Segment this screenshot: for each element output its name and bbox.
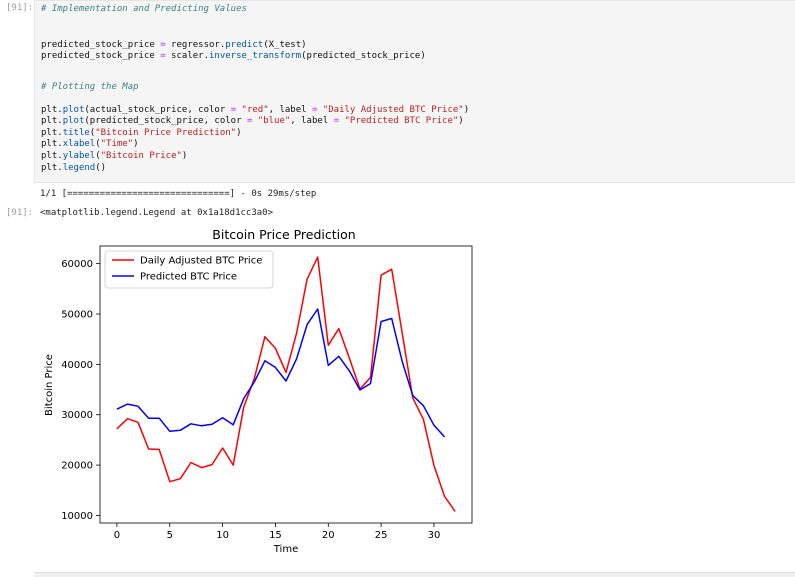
x-tick-label: 0: [114, 530, 120, 541]
y-axis-label: Bitcoin Price: [44, 354, 55, 416]
series-line-predicted: [116, 308, 446, 438]
code-line: predicted_stock_price = scaler.inverse_t…: [41, 51, 426, 61]
x-tick-label: 5: [167, 530, 173, 541]
code-line: plt.legend(): [41, 163, 107, 173]
next-cell-edge[interactable]: [34, 572, 795, 577]
y-tick-label: 20000: [61, 461, 93, 472]
legend: Daily Adjusted BTC Price Predicted BTC Pr…: [104, 250, 274, 289]
output-prompt: [91]:: [6, 208, 34, 218]
code-line: # Plotting the Map: [41, 82, 139, 92]
code-line: plt.xlabel("Time"): [41, 139, 139, 149]
series-line-actual: [116, 256, 456, 512]
y-tick-label: 50000: [61, 309, 93, 320]
legend-label: Daily Adjusted BTC Price: [140, 256, 262, 267]
chart-title: Bitcoin Price Prediction: [212, 227, 355, 242]
output-result: <matplotlib.legend.Legend at 0x1a18d1cc3…: [40, 208, 273, 218]
code-line: plt.ylabel("Bitcoin Price"): [41, 151, 188, 161]
execution-progress: 1/1 [==============================] - 0…: [40, 189, 317, 199]
x-axis-label: Time: [273, 544, 298, 555]
x-tick-label: 20: [322, 530, 335, 541]
y-tick-label: 60000: [61, 259, 93, 270]
chart: Bitcoin Price Prediction 0 5 10 15 20 25 30 100…: [44, 227, 473, 555]
x-tick-label: 15: [269, 530, 282, 541]
legend-label: Predicted BTC Price: [140, 272, 237, 283]
y-tick-label: 40000: [61, 360, 93, 371]
x-tick-label: 10: [216, 530, 229, 541]
code-line: plt.title("Bitcoin Price Prediction"): [41, 128, 242, 138]
x-tick-label: 25: [375, 530, 388, 541]
code-line: plt.plot(predicted_stock_price, color = …: [41, 116, 464, 126]
code-line: # Implementation and Predicting Values: [41, 4, 247, 14]
y-tick-label: 30000: [61, 410, 93, 421]
code-line: plt.plot(actual_stock_price, color = "re…: [41, 105, 470, 115]
y-tick-label: 10000: [61, 511, 93, 522]
code-cell[interactable]: # Implementation and Predicting Values pr…: [34, 0, 795, 183]
code-line: predicted_stock_price = regressor.predic…: [41, 40, 307, 50]
input-prompt: [91]:: [6, 3, 34, 13]
x-tick-label: 30: [428, 530, 441, 541]
